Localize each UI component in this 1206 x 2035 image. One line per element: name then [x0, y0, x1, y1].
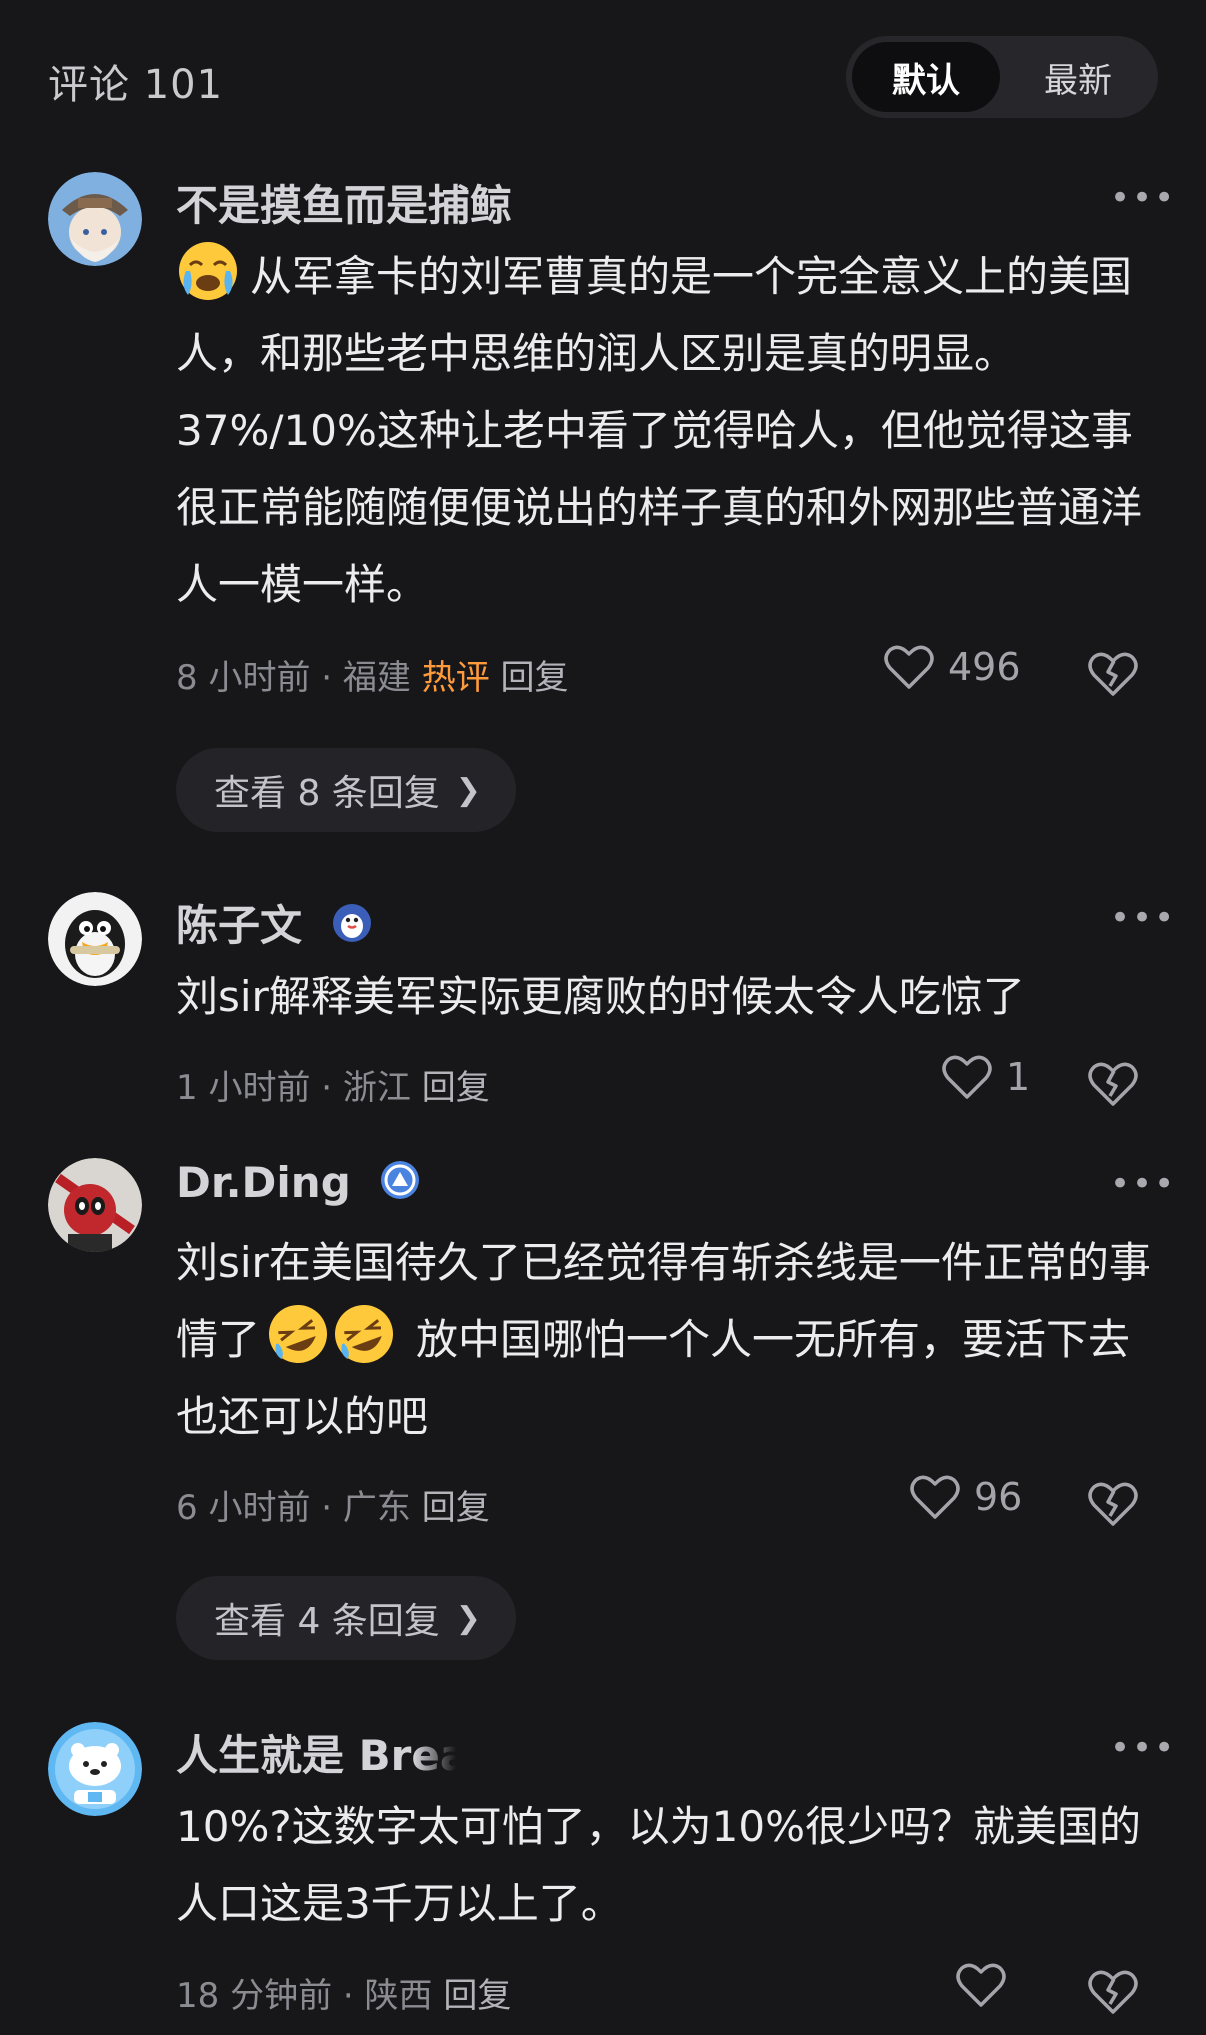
- chevron-right-icon: ❯: [455, 772, 481, 808]
- like-count: 1: [1006, 1055, 1031, 1099]
- comment-location: 广东: [342, 1488, 411, 1528]
- comment-time: 18 分钟前: [176, 1976, 333, 2016]
- like-button[interactable]: 496: [884, 644, 1021, 690]
- meta-separator: ·: [342, 1976, 365, 2016]
- username[interactable]: 人生就是 Brea: [176, 1722, 456, 1783]
- broken-heart-icon[interactable]: [1088, 648, 1138, 698]
- comment-text: 从军拿卡的刘军曹真的是一个完全意义上的美国人，和那些老中思维的润人区别是真的明显…: [176, 238, 1166, 623]
- sort-default-tab[interactable]: 默认: [852, 42, 1000, 112]
- username[interactable]: Dr.Ding: [176, 1158, 421, 1207]
- view-replies-label: 查看 4 条回复: [214, 1601, 440, 1642]
- comment-time: 6 小时前: [176, 1488, 311, 1528]
- reply-button[interactable]: 回复: [501, 658, 569, 698]
- comment-text-content: 10%?这数字太可怕了，以为10%很少吗？就美国的人口这是3千万以上了。: [176, 1802, 1141, 1928]
- view-replies-label: 查看 8 条回复: [214, 773, 440, 814]
- chevron-right-icon: ❯: [455, 1600, 481, 1636]
- broken-heart-icon[interactable]: [1088, 1966, 1138, 2016]
- like-button[interactable]: 1: [942, 1054, 1030, 1100]
- more-icon[interactable]: •••: [1110, 178, 1176, 218]
- heart-icon: [910, 1475, 960, 1519]
- comment-text-content: 刘sir解释美军实际更腐败的时候太令人吃惊了: [176, 972, 1025, 1021]
- more-icon[interactable]: •••: [1110, 1164, 1176, 1204]
- like-button[interactable]: [956, 1962, 1020, 2008]
- username[interactable]: 陈子文: [176, 892, 373, 953]
- avatar[interactable]: [48, 1158, 142, 1252]
- broken-heart-icon[interactable]: [1088, 1478, 1138, 1528]
- hot-comment-badge: 热评: [421, 658, 490, 698]
- heart-icon: [942, 1055, 992, 1099]
- crying-face-icon: [179, 242, 237, 300]
- comment-location: 福建: [342, 658, 411, 698]
- comment-count-title: 评论 101: [48, 62, 224, 108]
- view-replies-button[interactable]: 查看 4 条回复 ❯: [176, 1576, 516, 1660]
- username-text: 陈子文: [176, 901, 303, 950]
- broken-heart-icon[interactable]: [1088, 1058, 1138, 1108]
- penguin-badge-icon: [332, 904, 371, 942]
- view-replies-button[interactable]: 查看 8 条回复 ❯: [176, 748, 516, 832]
- more-icon[interactable]: •••: [1110, 1728, 1176, 1768]
- heart-icon: [956, 1963, 1006, 2007]
- comment-location: 浙江: [342, 1068, 411, 1108]
- like-button[interactable]: 96: [910, 1474, 1022, 1520]
- meta-separator: ·: [321, 658, 343, 698]
- like-count: 496: [948, 645, 1021, 689]
- comment-time: 8 小时前: [176, 658, 311, 698]
- comment-text: 刘sir解释美军实际更腐败的时候太令人吃惊了: [176, 958, 1166, 1035]
- comment-meta: 1 小时前 · 浙江 回复: [176, 1060, 490, 1109]
- comments-header: 评论 101 默认 最新: [0, 0, 1206, 150]
- reply-button[interactable]: 回复: [422, 1068, 490, 1108]
- avatar[interactable]: [48, 1722, 142, 1816]
- comment-text-content: 从军拿卡的刘军曹真的是一个完全意义上的美国人，和那些老中思维的润人区别是真的明显…: [176, 252, 1143, 609]
- meta-separator: ·: [321, 1488, 343, 1528]
- rofl-emoji-icon: [335, 1305, 394, 1363]
- more-icon[interactable]: •••: [1110, 898, 1176, 938]
- verified-badge-icon: [381, 1161, 420, 1199]
- heart-icon: [884, 645, 934, 689]
- reply-button[interactable]: 回复: [422, 1488, 490, 1528]
- comment-meta: 8 小时前 · 福建 热评 回复: [176, 650, 569, 699]
- reply-button[interactable]: 回复: [443, 1976, 511, 2016]
- username[interactable]: 不是摸鱼而是捕鲸: [176, 172, 512, 233]
- sort-toggle: 默认 最新: [846, 36, 1158, 118]
- comment-time: 1 小时前: [176, 1068, 311, 1108]
- comment-meta: 18 分钟前 · 陕西 回复: [176, 1968, 511, 2017]
- avatar[interactable]: [48, 172, 142, 266]
- comment-meta: 6 小时前 · 广东 回复: [176, 1480, 490, 1529]
- comment-location: 陕西: [364, 1976, 433, 2016]
- rofl-emoji-icon: [269, 1305, 328, 1363]
- comment-text: 10%?这数字太可怕了，以为10%很少吗？就美国的人口这是3千万以上了。: [176, 1788, 1166, 1942]
- username-text: Dr.Ding: [176, 1158, 351, 1207]
- comment-text: 刘sir在美国待久了已经觉得有斩杀线是一件正常的事情了 放中国哪怕一个人一无所有…: [176, 1224, 1166, 1455]
- sort-latest-tab[interactable]: 最新: [1004, 42, 1152, 112]
- avatar[interactable]: [48, 892, 142, 986]
- meta-separator: ·: [321, 1068, 343, 1108]
- like-count: 96: [974, 1475, 1023, 1519]
